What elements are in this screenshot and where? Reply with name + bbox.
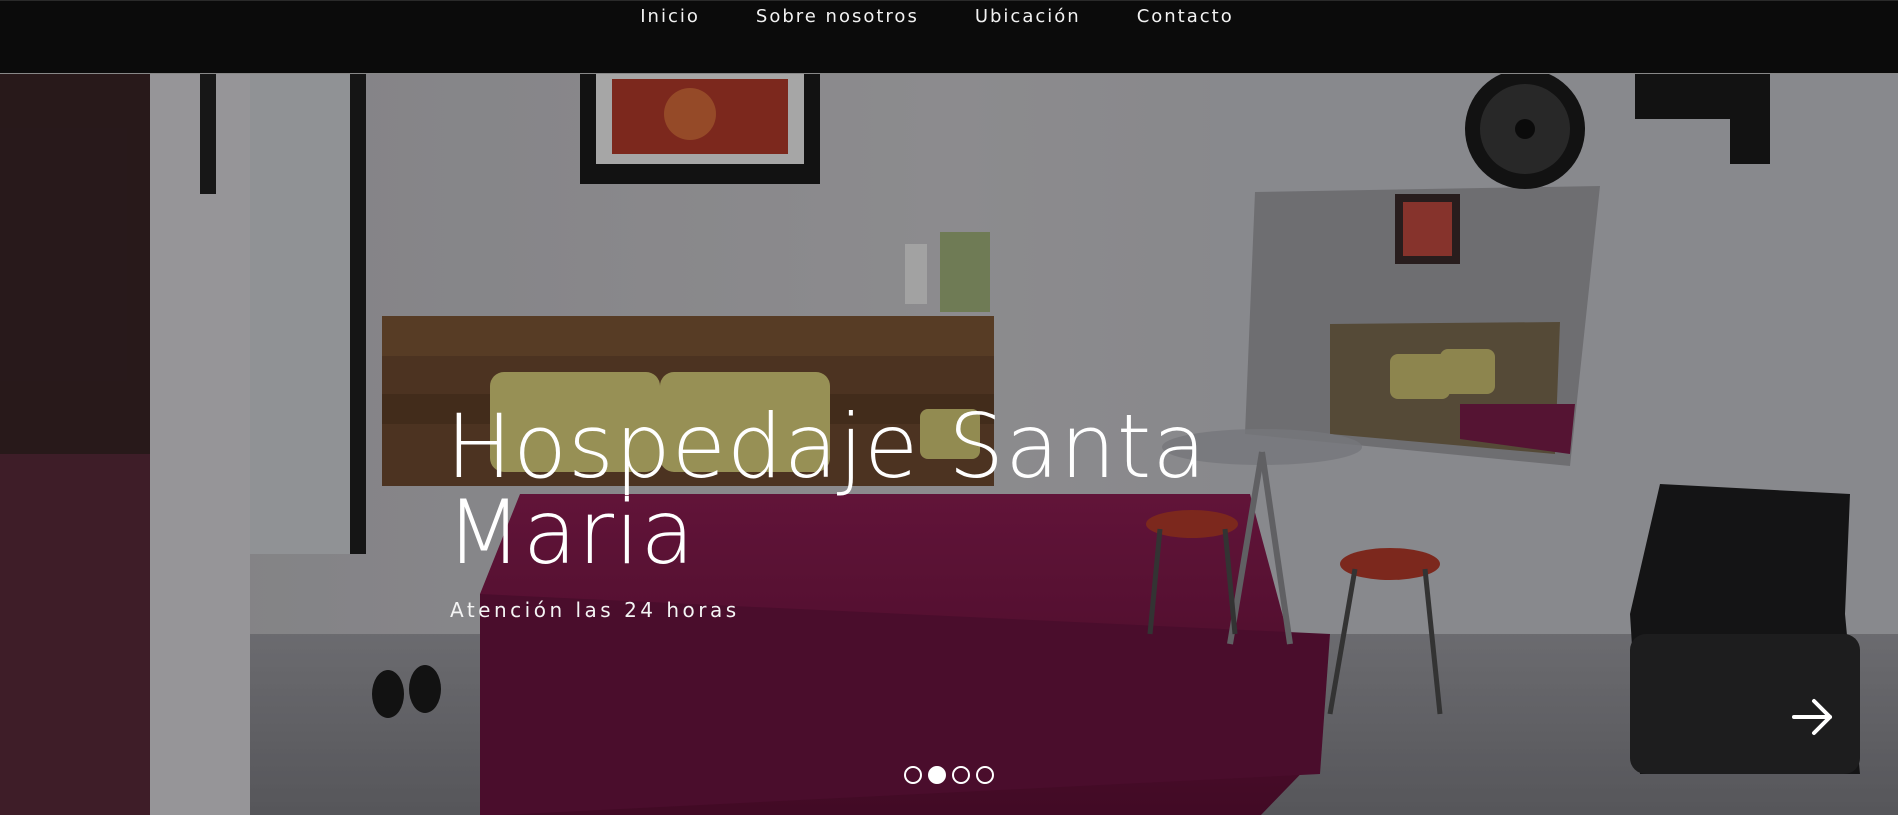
page: Inicio Sobre nosotros Ubicación Contacto bbox=[0, 0, 1898, 815]
hero-title: Hospedaje Santa Maria bbox=[446, 395, 1208, 584]
nav-link-ubicacion[interactable]: Ubicación bbox=[975, 6, 1081, 28]
nav-link-contacto[interactable]: Contacto bbox=[1137, 6, 1234, 28]
hero-caption: Hospedaje Santa Maria Atención las 24 ho… bbox=[446, 395, 1346, 623]
hero-subtitle: Atención las 24 horas bbox=[450, 598, 740, 622]
slide-dot-4[interactable] bbox=[976, 766, 994, 784]
arrow-right-icon[interactable] bbox=[1790, 694, 1836, 740]
slide-dot-1[interactable] bbox=[904, 766, 922, 784]
slide-dot-3[interactable] bbox=[952, 766, 970, 784]
nav-link-inicio[interactable]: Inicio bbox=[640, 6, 700, 28]
slide-dot-2[interactable] bbox=[928, 766, 946, 784]
top-navigation-bar: Inicio Sobre nosotros Ubicación Contacto bbox=[0, 0, 1898, 73]
hero-slider: Hospedaje Santa Maria Atención las 24 ho… bbox=[0, 73, 1898, 815]
nav-link-sobre-nosotros[interactable]: Sobre nosotros bbox=[756, 6, 919, 28]
slider-pagination bbox=[0, 766, 1898, 784]
main-nav: Inicio Sobre nosotros Ubicación Contacto bbox=[0, 6, 1898, 28]
